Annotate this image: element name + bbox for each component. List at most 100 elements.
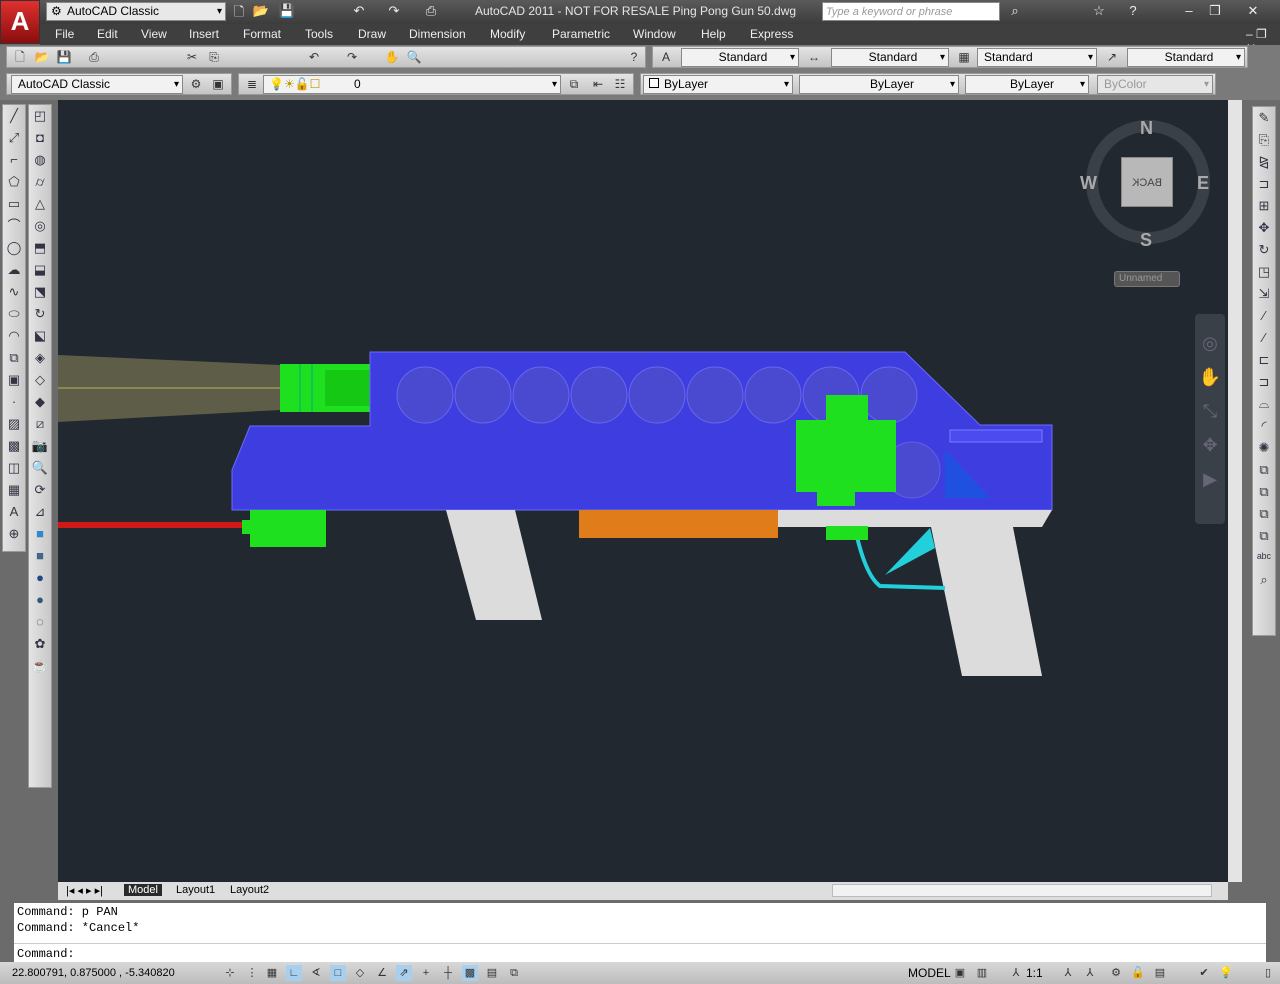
menu-draw[interactable]: Draw [358, 27, 386, 41]
loft-icon[interactable]: ⬕ [29, 325, 51, 347]
table-style-icon[interactable]: ▦ [955, 49, 973, 66]
3d-osnap-icon[interactable]: ◇ [352, 965, 368, 981]
selection-cycling-icon[interactable]: ⧉ [506, 965, 522, 981]
lock-icon[interactable]: 🔓 [1130, 965, 1146, 981]
quick-view-layouts-icon[interactable]: ▣ [952, 965, 968, 981]
plot-icon[interactable]: ⎙ [422, 3, 440, 21]
menu-insert[interactable]: Insert [189, 27, 219, 41]
menu-tools[interactable]: Tools [305, 27, 333, 41]
rectangle-icon[interactable]: ▭ [3, 193, 25, 215]
circle-icon[interactable]: ◯ [3, 237, 25, 259]
annotation-scale-value[interactable]: 1:1 [1026, 966, 1043, 980]
isolate-objects-icon[interactable]: ✔ [1196, 965, 1212, 981]
mleader-style-select[interactable]: Standard [1127, 48, 1245, 67]
table-icon[interactable]: ▦ [3, 479, 25, 501]
tab-navigation-icons[interactable]: |◂ ◂ ▸ ▸| [62, 884, 107, 897]
plot-icon[interactable]: ⎙ [85, 49, 103, 66]
ellipse-icon[interactable]: ⬭ [3, 303, 25, 325]
polyline-icon[interactable]: ⌐ [3, 149, 25, 171]
close-button[interactable]: ✕ [1244, 3, 1262, 21]
viewcube-north[interactable]: N [1140, 118, 1153, 139]
zoom-realtime-icon[interactable]: 🔍 [405, 49, 423, 66]
redo-icon[interactable]: ↷ [385, 3, 403, 21]
mirror-icon[interactable]: ⧎ [1253, 151, 1275, 173]
menu-express[interactable]: Express [750, 27, 793, 41]
sphere-icon[interactable]: ◍ [29, 149, 51, 171]
lineweight-icon[interactable]: ┼ [440, 965, 456, 981]
menu-window[interactable]: Window [633, 27, 676, 41]
workspace-switching-icon[interactable]: ⚙ [1108, 965, 1124, 981]
search-input[interactable]: Type a keyword or phrase [822, 2, 1000, 21]
annotation-visibility-icon[interactable]: ⅄ [1060, 965, 1076, 981]
mleader-style-icon[interactable]: ↗ [1103, 49, 1121, 66]
binoculars-icon[interactable]: ⌕ [1006, 3, 1024, 21]
save-icon[interactable]: 💾 [278, 3, 296, 21]
coordinates-readout[interactable]: 22.800791, 0.875000 , -5.340820 [12, 967, 175, 979]
menu-file[interactable]: File [55, 27, 74, 41]
erase-icon[interactable]: ✎ [1253, 107, 1275, 129]
workspace-settings-icon[interactable]: ⚙ [187, 76, 205, 93]
revcloud-icon[interactable]: ☁ [3, 259, 25, 281]
menu-view[interactable]: View [141, 27, 167, 41]
ellipse-arc-icon[interactable]: ◠ [3, 325, 25, 347]
region-icon[interactable]: ◫ [3, 457, 25, 479]
mtext-icon[interactable]: A [3, 501, 25, 523]
move-icon[interactable]: ✥ [1253, 217, 1275, 239]
sweep-icon[interactable]: ⬔ [29, 281, 51, 303]
help-icon[interactable]: ? [625, 49, 643, 66]
copy-object-icon[interactable]: ⎘ [1253, 129, 1275, 151]
open-icon[interactable]: 📂 [252, 3, 270, 21]
layer-properties-icon[interactable]: ≣ [243, 76, 261, 93]
layer-previous-icon[interactable]: ⇤ [589, 76, 607, 93]
make-block-icon[interactable]: ▣ [3, 369, 25, 391]
drawing-canvas[interactable]: BACK N S W E Unnamed ◎ ✋ ⤡ ✥ ▶ [58, 100, 1242, 882]
tab-layout2[interactable]: Layout2 [226, 884, 273, 896]
customize-icon[interactable]: ▣ [209, 76, 227, 93]
command-input[interactable]: Command: [17, 947, 1197, 961]
text-style-select[interactable]: Standard [681, 48, 799, 67]
workspace-select[interactable]: AutoCAD Classic [46, 2, 226, 21]
add-selected-icon[interactable]: ⊕ [3, 523, 25, 545]
viewcube-west[interactable]: W [1080, 173, 1097, 194]
vertical-scrollbar[interactable] [1228, 100, 1242, 882]
stretch-icon[interactable]: ⇲ [1253, 283, 1275, 305]
polygon-icon[interactable]: ⬠ [3, 171, 25, 193]
menu-parametric[interactable]: Parametric [552, 27, 610, 41]
table-style-select[interactable]: Standard [977, 48, 1097, 67]
new-icon[interactable]: 🗋 [11, 49, 29, 66]
osnap-icon[interactable]: □ [330, 965, 346, 981]
revolve-icon[interactable]: ↻ [29, 303, 51, 325]
text-front-icon[interactable]: ⧉ [1253, 525, 1275, 547]
horizontal-scrollbar[interactable] [832, 884, 1212, 897]
autoscale-icon[interactable]: ⅄ [1082, 965, 1098, 981]
dyn-icon[interactable]: + [418, 965, 434, 981]
array-icon[interactable]: ⊞ [1253, 195, 1275, 217]
extrude-icon[interactable]: ⬒ [29, 237, 51, 259]
slice-icon[interactable]: ⧄ [29, 413, 51, 435]
subtract-icon[interactable]: ◇ [29, 369, 51, 391]
box-icon[interactable]: ◘ [29, 127, 51, 149]
spline-icon[interactable]: ∿ [3, 281, 25, 303]
favorites-icon[interactable]: ☆ [1090, 3, 1108, 21]
tab-layout1[interactable]: Layout1 [172, 884, 219, 896]
polysolid-icon[interactable]: ◰ [29, 105, 51, 127]
model-space-button[interactable]: MODEL [908, 966, 951, 980]
line-icon[interactable]: ╱ [3, 105, 25, 127]
dim-style-icon[interactable]: ↔ [805, 49, 823, 66]
menu-help[interactable]: Help [701, 27, 726, 41]
text-style-icon[interactable]: A [657, 49, 675, 66]
grid-icon[interactable]: ▦ [264, 965, 280, 981]
draworder-icon[interactable]: ⧉ [1253, 459, 1275, 481]
camera-icon[interactable]: 📷 [29, 435, 51, 457]
ucs-menu[interactable]: Unnamed [1114, 271, 1180, 287]
explode-icon[interactable]: ✺ [1253, 437, 1275, 459]
construction-line-icon[interactable]: ⤢ [3, 127, 25, 149]
join-icon[interactable]: ⊐ [1253, 371, 1275, 393]
minimize-button[interactable]: – [1180, 3, 1198, 21]
new-icon[interactable]: 🗋 [230, 3, 248, 21]
navigation-bar[interactable]: ◎ ✋ ⤡ ✥ ▶ [1195, 314, 1225, 524]
color-select[interactable]: ByLayer [643, 75, 793, 94]
otrack-icon[interactable]: ∠ [374, 965, 390, 981]
offset-icon[interactable]: ⊐ [1253, 173, 1275, 195]
shaded-icon[interactable]: ■ [29, 545, 51, 567]
